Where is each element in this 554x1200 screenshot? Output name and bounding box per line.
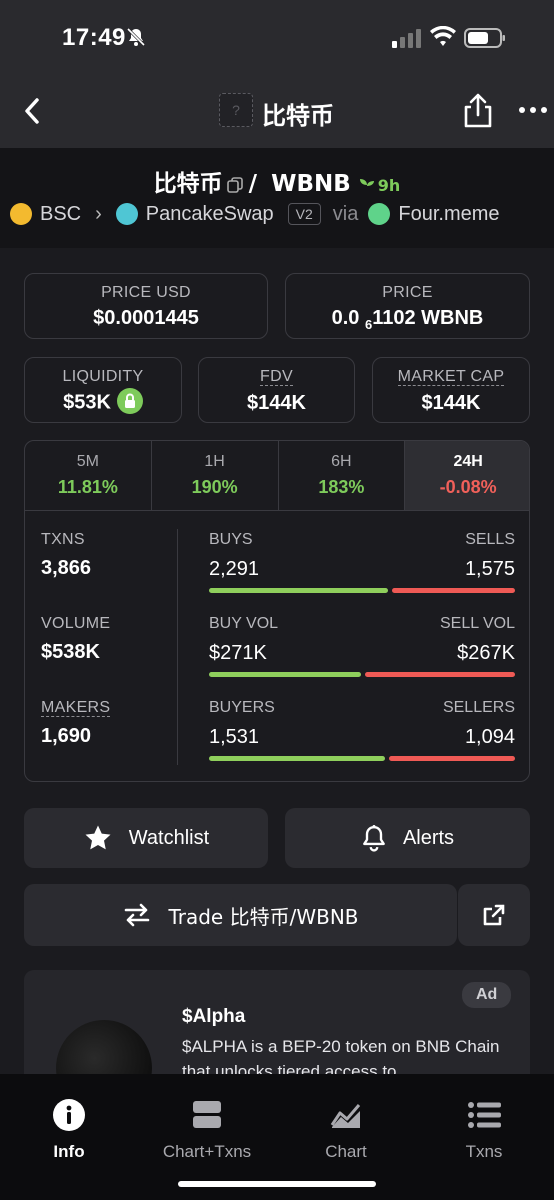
ad-card[interactable]: Ad $Alpha $ALPHA is a BEP-20 token on BN… — [24, 970, 530, 1080]
more-icon[interactable] — [518, 100, 548, 120]
pair-age: 9h — [359, 176, 400, 195]
wifi-icon — [430, 26, 456, 46]
battery-icon — [464, 28, 505, 48]
status-time: 17:49 — [62, 24, 126, 51]
pair-route: BSC › PancakeSwap V2 via Four.meme — [10, 200, 550, 228]
tab-5m[interactable]: 5M 11.81% — [25, 441, 152, 510]
bsc-logo-icon — [10, 203, 32, 225]
four-meme-logo-icon — [368, 203, 391, 225]
price-usd-label: PRICE USD — [101, 284, 191, 301]
info-icon — [53, 1099, 85, 1131]
pair-slash: / — [248, 171, 258, 197]
dex-name[interactable]: PancakeSwap — [146, 203, 274, 226]
lock-icon[interactable] — [116, 388, 143, 414]
watchlist-button[interactable]: Watchlist — [24, 808, 268, 868]
external-link-icon — [483, 904, 505, 926]
liquidity-value: $53K — [25, 388, 181, 416]
ad-title: $Alpha — [182, 1006, 246, 1027]
market-cap-value: $144K — [421, 392, 481, 414]
back-button[interactable] — [18, 94, 46, 128]
external-trade-button[interactable] — [458, 884, 530, 946]
makers-bar-row: BUYERS SELLERS 1,531 1,094 — [209, 699, 515, 781]
list-icon — [468, 1102, 501, 1128]
fdv-label[interactable]: FDV — [260, 368, 293, 386]
stats-panel: 5M 11.81% 1H 190% 6H 183% 24H -0.08% TXNS 3,8… — [24, 440, 530, 782]
split-view-icon — [193, 1101, 221, 1128]
ad-badge: Ad — [462, 982, 512, 1008]
bottom-tab-chart-txns[interactable]: Chart+Txns — [147, 1098, 267, 1162]
txns-metric: TXNS 3,866 — [41, 531, 92, 579]
fdv-card: FDV $144K — [198, 357, 355, 423]
liquidity-label: LIQUIDITY — [62, 368, 144, 385]
sprout-icon — [359, 179, 374, 192]
dex-version-badge: V2 — [287, 203, 321, 225]
chevron-right-icon: › — [95, 202, 102, 225]
price-usd-value: $0.0001445 — [93, 307, 199, 329]
pancakeswap-logo-icon — [115, 203, 138, 225]
volume-bar-row: BUY VOL SELL VOL $271K $267K — [209, 615, 515, 699]
price-native-value: 0.0 61102 WBNB — [331, 307, 484, 332]
page-title: 比特币 — [262, 102, 334, 130]
pair-base: 比特币 — [153, 171, 223, 197]
makers-metric: MAKERS 1,690 — [41, 699, 111, 747]
pair-header — [0, 148, 554, 248]
ad-image — [56, 1020, 152, 1080]
home-indicator — [178, 1181, 376, 1187]
pair-title: 比特币 / WBNB 9h — [0, 164, 554, 198]
alerts-button[interactable]: Alerts — [285, 808, 530, 868]
bottom-tab-txns[interactable]: Txns — [424, 1098, 544, 1162]
sell-bar — [365, 672, 515, 677]
chain-name[interactable]: BSC — [40, 203, 81, 226]
timeframe-tabs: 5M 11.81% 1H 190% 6H 183% 24H -0.08% — [25, 441, 529, 511]
launchpad-name[interactable]: Four.meme — [398, 203, 499, 226]
buy-bar — [209, 756, 385, 761]
volume-ratio-bar — [209, 672, 515, 677]
buy-bar — [209, 588, 388, 593]
bell-off-icon — [126, 27, 146, 47]
bell-icon — [363, 825, 385, 852]
sell-bar — [389, 756, 515, 761]
buy-bar — [209, 672, 361, 677]
buy-sell-column: BUYS SELLS 2,291 1,575 BUY VOL SELL VOL $27… — [209, 531, 515, 781]
pair-quote: WBNB — [271, 171, 351, 197]
token-image-placeholder: ? — [219, 93, 253, 127]
txns-ratio-bar — [209, 588, 515, 593]
chevron-left-icon — [25, 98, 39, 124]
signal-icon — [392, 29, 421, 48]
metrics-column: TXNS 3,866 VOLUME $538K MAKERS 1,690 — [41, 531, 181, 781]
market-cap-label[interactable]: MARKET CAP — [397, 368, 505, 386]
divider — [177, 529, 178, 765]
copy-icon[interactable] — [226, 176, 243, 193]
txns-bar-row: BUYS SELLS 2,291 1,575 — [209, 531, 515, 615]
volume-metric: VOLUME $538K — [41, 615, 111, 663]
chart-icon — [330, 1104, 361, 1128]
sell-bar — [392, 588, 515, 593]
fdv-value: $144K — [247, 392, 306, 414]
swap-arrows-icon — [125, 903, 150, 927]
bottom-tab-chart[interactable]: Chart — [286, 1098, 406, 1162]
makers-ratio-bar — [209, 756, 515, 761]
price-usd-card: PRICE USD $0.0001445 — [24, 273, 268, 339]
tab-24h[interactable]: 24H -0.08% — [405, 441, 529, 510]
tab-1h[interactable]: 1H 190% — [152, 441, 279, 510]
price-native-card: PRICE 0.0 61102 WBNB — [285, 273, 530, 339]
price-native-label: PRICE — [382, 284, 433, 301]
tab-6h[interactable]: 6H 183% — [279, 441, 406, 510]
market-cap-card: MARKET CAP $144K — [372, 357, 530, 423]
share-icon[interactable] — [462, 92, 494, 128]
via-label: via — [332, 202, 359, 225]
trade-button[interactable]: Trade 比特币/WBNB — [24, 884, 457, 946]
bottom-tab-info[interactable]: Info — [9, 1098, 129, 1162]
star-icon — [85, 825, 111, 850]
liquidity-card: LIQUIDITY $53K — [24, 357, 182, 423]
